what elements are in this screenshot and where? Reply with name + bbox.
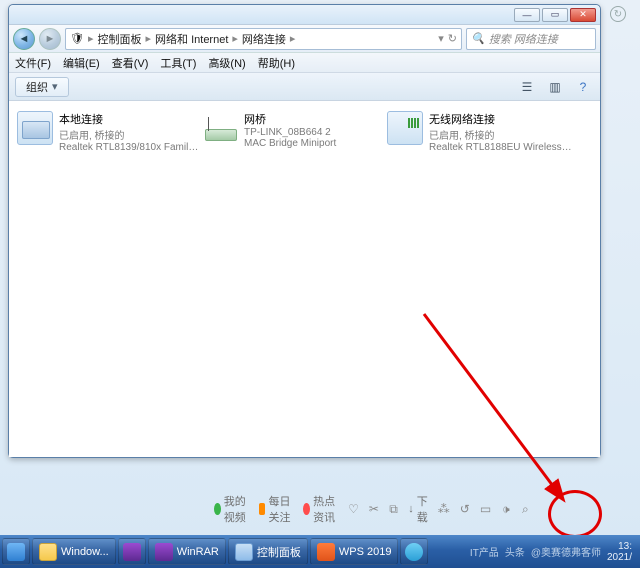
winrar-icon (155, 543, 173, 561)
history-icon[interactable]: ↺ (460, 502, 470, 516)
help-button[interactable]: ? (572, 77, 594, 97)
address-bar[interactable]: 🛡 ▸ 控制面板 ▸ 网络和 Internet ▸ 网络连接 ▸ ▾ ↻ (65, 28, 462, 50)
folder-icon (39, 543, 57, 561)
chevron-right-icon: ▸ (232, 32, 238, 45)
connections-pane: 本地连接 已启用, 桥接的 Realtek RTL8139/810x Famil… (9, 101, 600, 457)
breadcrumb-icon: 🛡 (70, 32, 84, 45)
connection-item[interactable]: 无线网络连接 已启用, 桥接的 Realtek RTL8188EU Wirele… (387, 111, 572, 153)
breadcrumb-seg[interactable]: 网络连接 (242, 31, 286, 47)
watermark-text: @奥赛德弗客师 (531, 544, 601, 559)
menu-bar: 文件(F) 编辑(E) 查看(V) 工具(T) 高级(N) 帮助(H) (9, 53, 600, 73)
ethernet-adapter-icon (17, 111, 53, 145)
refresh-icon[interactable]: ↻ (448, 32, 457, 45)
wps-icon (317, 543, 335, 561)
taskbar-item[interactable] (400, 538, 428, 565)
connection-status: 已启用, 桥接的 (59, 127, 202, 142)
watermark-text: IT产品 (470, 544, 499, 559)
close-button[interactable]: ✕ (570, 8, 596, 22)
connection-title: 无线网络连接 (429, 111, 572, 127)
search-icon[interactable]: ⌕ (521, 502, 530, 517)
explorer-window: — ▭ ✕ ◄ ► 🛡 ▸ 控制面板 ▸ 网络和 Internet ▸ 网络连接… (8, 4, 601, 458)
connection-detail: Realtek RTL8188EU Wireless L... (429, 142, 572, 153)
tray-date: 2021/ (607, 552, 632, 563)
volume-icon[interactable]: 🕩 (501, 502, 510, 517)
organize-label: 组织 (26, 79, 48, 95)
taskbar-item[interactable] (2, 538, 30, 565)
taskbar-item[interactable] (118, 538, 146, 565)
connection-item[interactable]: 本地连接 已启用, 桥接的 Realtek RTL8139/810x Famil… (17, 111, 202, 153)
reader-icon[interactable]: ▭ (480, 502, 491, 516)
command-bar: 组织 ▾ ☰ ▥ ? (9, 73, 600, 101)
search-placeholder: 搜索 网络连接 (489, 31, 558, 47)
menu-view[interactable]: 查看(V) (112, 55, 149, 71)
ie-icon (405, 543, 423, 561)
play-icon (214, 503, 221, 515)
download-icon: ↓ (408, 503, 414, 515)
search-icon: 🔍 (471, 32, 485, 45)
menu-tools[interactable]: 工具(T) (160, 55, 196, 71)
popup-icon[interactable]: ⧉ (389, 502, 398, 517)
tray-time: 13: (607, 541, 632, 552)
preview-pane-button[interactable]: ▥ (544, 77, 566, 97)
chevron-down-icon[interactable]: ▾ (438, 32, 444, 45)
breadcrumb-seg[interactable]: 控制面板 (98, 31, 142, 47)
status-hot[interactable]: 热点资讯 (303, 493, 338, 525)
menu-file[interactable]: 文件(F) (15, 55, 51, 71)
chevron-right-icon: ▸ (290, 32, 296, 45)
connection-status: 已启用, 桥接的 (429, 127, 572, 142)
connection-item[interactable]: 网桥 TP-LINK_08B664 2 MAC Bridge Miniport (202, 111, 387, 153)
minimize-button[interactable]: — (514, 8, 540, 22)
search-input[interactable]: 🔍 搜索 网络连接 (466, 28, 596, 50)
view-mode-button[interactable]: ☰ (516, 77, 538, 97)
taskbar-item[interactable]: Window... (32, 538, 116, 565)
bridge-router-icon (202, 111, 238, 145)
watermark-text: 头条 (505, 544, 525, 559)
annotation-circle (548, 490, 602, 538)
refresh-icon: ↻ (610, 6, 626, 22)
chevron-right-icon: ▸ (88, 32, 94, 45)
fire-icon (303, 503, 310, 515)
taskbar-item[interactable]: WPS 2019 (310, 538, 399, 565)
menu-edit[interactable]: 编辑(E) (63, 55, 100, 71)
breadcrumb-seg[interactable]: 网络和 Internet (155, 31, 228, 47)
wlan-adapter-icon (387, 111, 423, 145)
status-my-video[interactable]: 我的视频 (214, 493, 249, 525)
extensions-icon[interactable]: ⁂ (438, 502, 450, 516)
connection-detail: Realtek RTL8139/810x Family F... (59, 142, 202, 153)
connection-title: 本地连接 (59, 111, 202, 127)
taskbar: Window... WinRAR 控制面板 WPS 2019 IT产品 头条 @… (0, 535, 640, 568)
taskbar-item[interactable]: 控制面板 (228, 538, 308, 565)
chevron-right-icon: ▸ (146, 32, 152, 45)
taskbar-item[interactable]: WinRAR (148, 538, 226, 565)
tray-clock[interactable]: 13: 2021/ (607, 541, 632, 563)
organize-button[interactable]: 组织 ▾ (15, 77, 69, 97)
shield-icon[interactable]: ♡ (348, 502, 359, 516)
maximize-button[interactable]: ▭ (542, 8, 568, 22)
capture-icon[interactable]: ✂ (369, 502, 379, 516)
status-download[interactable]: ↓下载 (408, 493, 428, 525)
controlpanel-icon (235, 543, 253, 561)
word-icon (7, 543, 25, 561)
status-daily[interactable]: 每日关注 (259, 493, 294, 525)
connection-title: 网桥 (244, 111, 387, 127)
forward-button[interactable]: ► (39, 28, 61, 50)
status-strip: 我的视频 每日关注 热点资讯 ♡ ✂ ⧉ ↓下载 ⁂ ↺ ▭ 🕩 ⌕ (0, 498, 640, 520)
chevron-down-icon: ▾ (52, 80, 58, 93)
window-titlebar[interactable]: — ▭ ✕ (9, 5, 600, 25)
calendar-icon (259, 503, 266, 515)
nav-bar: ◄ ► 🛡 ▸ 控制面板 ▸ 网络和 Internet ▸ 网络连接 ▸ ▾ ↻… (9, 25, 600, 53)
menu-advanced[interactable]: 高级(N) (208, 55, 245, 71)
winrar-icon (123, 543, 141, 561)
system-tray: IT产品 头条 @奥赛德弗客师 13: 2021/ (470, 541, 638, 563)
connection-detail: MAC Bridge Miniport (244, 138, 387, 149)
back-button[interactable]: ◄ (13, 28, 35, 50)
menu-help[interactable]: 帮助(H) (258, 55, 295, 71)
connection-status: TP-LINK_08B664 2 (244, 127, 387, 138)
